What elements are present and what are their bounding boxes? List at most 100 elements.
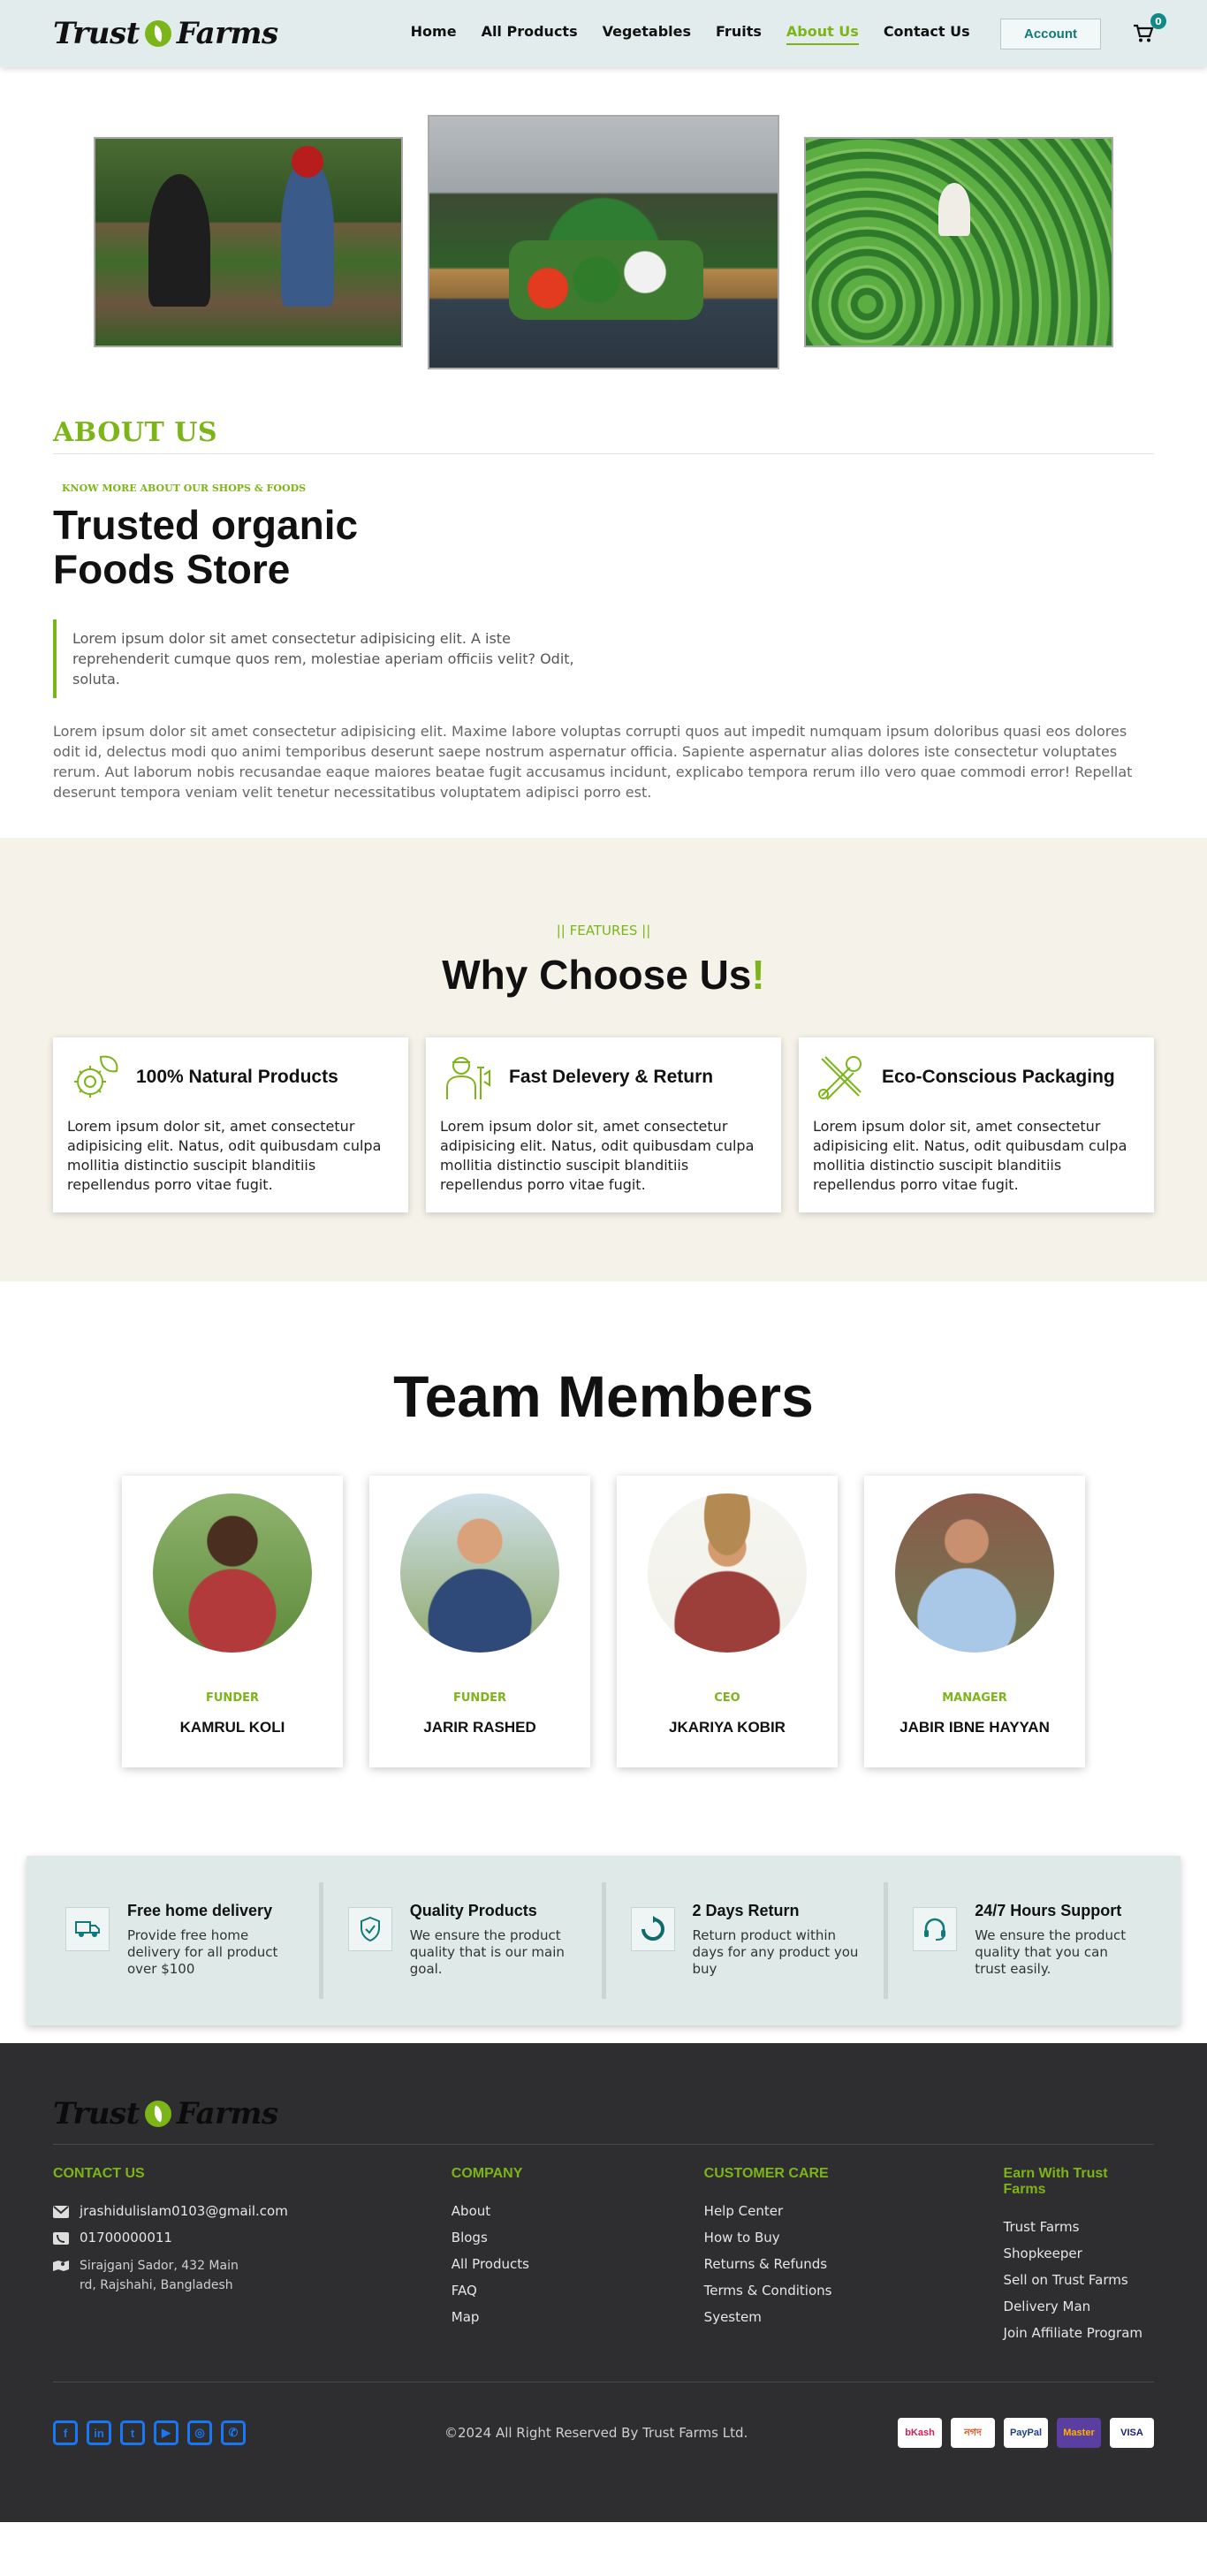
- nav-link-all-products[interactable]: All Products: [482, 23, 578, 45]
- nav-link-home[interactable]: Home: [411, 23, 457, 45]
- footer-link-blogs[interactable]: Blogs: [452, 2230, 704, 2245]
- service-description: Return product within days for any produ…: [692, 1927, 859, 1977]
- linkedin-icon[interactable]: in: [87, 2420, 111, 2445]
- member-name: JARIR RASHED: [423, 1719, 536, 1736]
- cabbage-field-photo: [804, 137, 1113, 347]
- about-section: ABOUT US KNOW MORE ABOUT OUR SHOPS & FOO…: [0, 417, 1207, 802]
- service-description: Provide free home delivery for all produ…: [127, 1927, 278, 1977]
- social-links: f in t ▶ ◎ ✆: [53, 2420, 246, 2445]
- footer-link-all-products[interactable]: All Products: [452, 2256, 704, 2272]
- contact-address: Sirajganj Sador, 432 Main rd, Rajshahi, …: [53, 2256, 452, 2295]
- footer-care-column: CUSTOMER CARE Help Center How to Buy Ret…: [704, 2166, 1004, 2352]
- cart-icon: [1134, 24, 1154, 42]
- logo-text-left: Trust: [53, 16, 140, 51]
- contact-email[interactable]: jrashidulislam0103@gmail.com: [53, 2203, 452, 2219]
- footer-link-trust-farms[interactable]: Trust Farms: [1004, 2219, 1154, 2235]
- service-description: We ensure the product quality that you c…: [975, 1927, 1127, 1977]
- whatsapp-icon[interactable]: ✆: [221, 2420, 246, 2445]
- footer-link-affiliate[interactable]: Join Affiliate Program: [1004, 2325, 1154, 2341]
- service-item: 24/7 Hours Support We ensure the product…: [888, 1882, 1166, 1999]
- about-quote: Lorem ipsum dolor sit amet consectetur a…: [53, 619, 574, 698]
- avatar: [400, 1493, 559, 1653]
- footer-brand-logo[interactable]: Trust Farms: [53, 2096, 1154, 2131]
- service-title: 2 Days Return: [692, 1902, 800, 1919]
- about-body: Lorem ipsum dolor sit amet consectetur a…: [53, 723, 1133, 801]
- contact-phone[interactable]: 01700000011: [53, 2230, 452, 2245]
- delivery-worker-icon: [446, 1057, 490, 1099]
- footer-link-returns[interactable]: Returns & Refunds: [704, 2256, 1004, 2272]
- footer-care-heading: CUSTOMER CARE: [703, 2166, 829, 2181]
- team-member-card: FUNDER JARIR RASHED: [369, 1476, 590, 1767]
- payment-methods: bKash নগদ PayPal Master VISA: [898, 2418, 1154, 2448]
- feature-card: 100% Natural Products Lorem ipsum dolor …: [53, 1037, 408, 1212]
- member-role: MANAGER: [942, 1691, 1007, 1705]
- avatar: [153, 1493, 312, 1653]
- footer-bottom-bar: f in t ▶ ◎ ✆ ©2024 All Right Reserved By…: [53, 2382, 1154, 2448]
- feature-card: Fast Delevery & Return Lorem ipsum dolor…: [426, 1037, 781, 1212]
- twitter-icon[interactable]: t: [120, 2420, 145, 2445]
- service-title: Free home delivery: [127, 1902, 273, 1919]
- tools-icon: [818, 1056, 862, 1100]
- footer-company-column: COMPANY About Blogs All Products FAQ Map: [452, 2166, 704, 2352]
- about-kicker: KNOW MORE ABOUT OUR SHOPS & FOODS: [62, 483, 307, 494]
- footer-link-shopkeeper[interactable]: Shopkeeper: [1004, 2245, 1154, 2261]
- cart-count-badge: 0: [1150, 13, 1166, 29]
- main-nav: Home All Products Vegetables Fruits Abou…: [411, 23, 970, 45]
- team-member-card: FUNDER KAMRUL KOLI: [122, 1476, 343, 1767]
- member-name: JKARIYA KOBIR: [669, 1719, 786, 1736]
- avatar: [648, 1493, 807, 1653]
- service-item: 2 Days Return Return product within days…: [606, 1882, 889, 1999]
- footer-link-how-to-buy[interactable]: How to Buy: [704, 2230, 1004, 2245]
- leaf-icon: [144, 2101, 171, 2127]
- member-role: FUNDER: [206, 1691, 259, 1705]
- nagad-logo: নগদ: [951, 2418, 995, 2448]
- footer-link-system[interactable]: Syestem: [704, 2309, 1004, 2325]
- footer-link-terms[interactable]: Terms & Conditions: [704, 2283, 1004, 2299]
- gear-leaf-icon: [74, 1055, 118, 1098]
- footer-link-help-center[interactable]: Help Center: [704, 2203, 1004, 2219]
- account-button[interactable]: Account: [1000, 18, 1101, 49]
- feature-title: 100% Natural Products: [136, 1067, 338, 1087]
- footer-earn-heading: Earn With Trust Farms: [1003, 2166, 1108, 2197]
- features-title-mark: !: [751, 952, 765, 998]
- footer: Trust Farms CONTACT US jrashidulislam010…: [0, 2043, 1207, 2522]
- contact-email-text: jrashidulislam0103@gmail.com: [80, 2203, 288, 2219]
- cart-button[interactable]: 0: [1133, 13, 1166, 43]
- service-description: We ensure the product quality that is ou…: [409, 1927, 565, 1977]
- footer-link-faq[interactable]: FAQ: [452, 2283, 704, 2299]
- team-member-card: MANAGER JABIR IBNE HAYYAN: [864, 1476, 1085, 1767]
- contact-phone-text: 01700000011: [80, 2230, 172, 2245]
- farm-photo-strawberry-pickers: [94, 137, 403, 347]
- member-role: FUNDER: [453, 1691, 506, 1705]
- feature-title: Fast Delevery & Return: [509, 1067, 714, 1087]
- member-name: JABIR IBNE HAYYAN: [900, 1719, 1050, 1736]
- brand-logo[interactable]: Trust Farms: [53, 16, 278, 51]
- features-title: Why Choose Us!: [53, 951, 1154, 999]
- truck-icon: [65, 1907, 110, 1951]
- nav-link-contact-us[interactable]: Contact Us: [884, 23, 970, 45]
- feature-card: Eco-Conscious Packaging Lorem ipsum dolo…: [799, 1037, 1154, 1212]
- footer-logo-row: Trust Farms: [53, 2096, 1154, 2145]
- footer-link-map[interactable]: Map: [452, 2309, 704, 2325]
- service-item: Free home delivery Provide free home del…: [41, 1882, 323, 1999]
- footer-link-about[interactable]: About: [452, 2203, 704, 2219]
- hero-gallery: [0, 67, 1207, 405]
- bkash-logo: bKash: [898, 2418, 942, 2448]
- vegetable-crate-photo: [428, 115, 779, 369]
- nav-link-vegetables[interactable]: Vegetables: [603, 23, 691, 45]
- shield-check-icon: [347, 1907, 392, 1951]
- feature-description: Lorem ipsum dolor sit, amet consectetur …: [813, 1118, 1127, 1193]
- feature-title: Eco-Conscious Packaging: [882, 1067, 1115, 1087]
- footer-link-delivery-man[interactable]: Delivery Man: [1004, 2299, 1154, 2314]
- features-title-text: Why Choose Us: [442, 952, 752, 998]
- youtube-icon[interactable]: ▶: [154, 2420, 178, 2445]
- footer-earn-column: Earn With Trust Farms Trust Farms Shopke…: [1004, 2166, 1154, 2352]
- mail-icon: [53, 2206, 69, 2218]
- service-item: Quality Products We ensure the product q…: [323, 1882, 606, 1999]
- nav-link-about-us[interactable]: About Us: [786, 23, 859, 45]
- footer-link-sell[interactable]: Sell on Trust Farms: [1004, 2272, 1154, 2288]
- nav-link-fruits[interactable]: Fruits: [716, 23, 762, 45]
- facebook-icon[interactable]: f: [53, 2420, 78, 2445]
- logo-text-right: Farms: [176, 2096, 278, 2131]
- instagram-icon[interactable]: ◎: [187, 2420, 212, 2445]
